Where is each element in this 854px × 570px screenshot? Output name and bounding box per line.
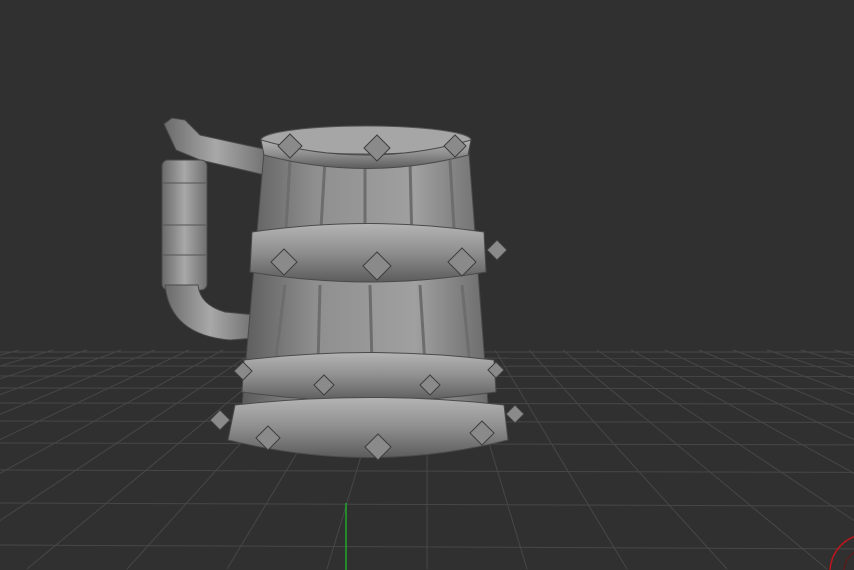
spike [209, 409, 231, 431]
mug-model[interactable] [161, 117, 525, 461]
grid-line [698, 349, 854, 415]
grid-line [0, 349, 54, 367]
grid-line [630, 349, 854, 474]
grid-line [766, 349, 854, 380]
grid-line [664, 349, 854, 441]
grid-line [0, 349, 224, 474]
grid-line [732, 349, 854, 396]
grid-line [0, 349, 156, 415]
viewport-canvas[interactable] [0, 0, 854, 570]
3d-viewport[interactable] [0, 0, 854, 570]
grid-line [0, 349, 20, 356]
spike [505, 404, 525, 424]
grid-line [800, 349, 854, 367]
rotation-gizmo[interactable] [829, 536, 854, 570]
grid-line [494, 349, 628, 570]
grid-line [596, 349, 854, 522]
lower-band [241, 352, 497, 402]
grid-line [0, 349, 122, 396]
grid-line [0, 349, 190, 441]
spike [486, 239, 508, 261]
grid-line [562, 349, 828, 570]
grid-line [0, 349, 258, 522]
grid-line [0, 349, 88, 380]
grid-line [528, 349, 728, 570]
grid-line [834, 349, 854, 356]
